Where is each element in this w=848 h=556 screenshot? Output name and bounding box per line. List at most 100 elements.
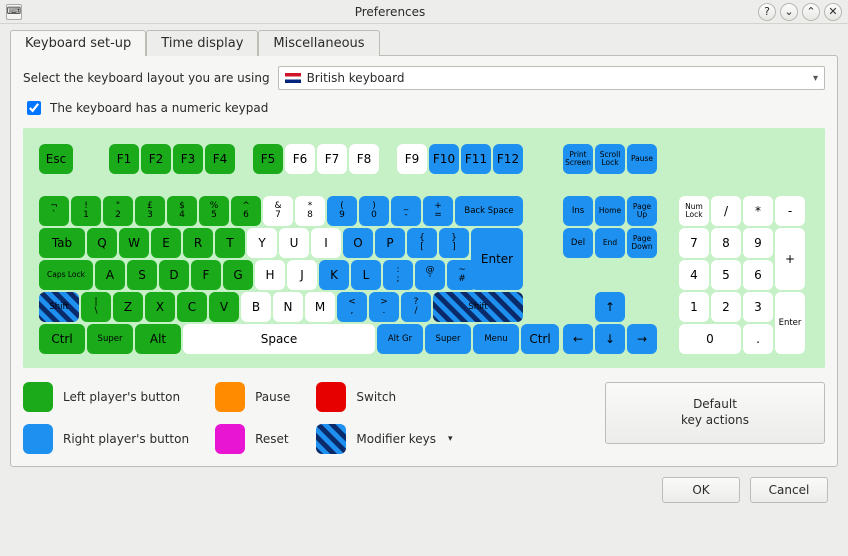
key-end[interactable]: End: [595, 228, 625, 258]
key-npdiv[interactable]: /: [711, 196, 741, 226]
key-f3[interactable]: F3: [173, 144, 203, 174]
tab-time-display[interactable]: Time display: [146, 30, 258, 56]
default-key-actions-button[interactable]: Default key actions: [605, 382, 825, 444]
key-bslash[interactable]: | \: [81, 292, 111, 322]
key-period[interactable]: > .: [369, 292, 399, 322]
key-k[interactable]: K: [319, 260, 349, 290]
key-l[interactable]: L: [351, 260, 381, 290]
key-lctrl[interactable]: Ctrl: [39, 324, 85, 354]
key-n2[interactable]: " 2: [103, 196, 133, 226]
cancel-button[interactable]: Cancel: [750, 477, 828, 503]
key-x[interactable]: X: [145, 292, 175, 322]
key-numlk[interactable]: Num Lock: [679, 196, 709, 226]
key-semi[interactable]: : ;: [383, 260, 413, 290]
key-n8[interactable]: * 8: [295, 196, 325, 226]
key-a[interactable]: A: [95, 260, 125, 290]
key-rbr[interactable]: } ]: [439, 228, 469, 258]
key-o[interactable]: O: [343, 228, 373, 258]
key-lshift[interactable]: Shift: [39, 292, 79, 322]
key-npplus[interactable]: +: [775, 228, 805, 290]
key-j[interactable]: J: [287, 260, 317, 290]
key-npdot[interactable]: .: [743, 324, 773, 354]
key-rctrl[interactable]: Ctrl: [521, 324, 559, 354]
key-z[interactable]: Z: [113, 292, 143, 322]
key-f8[interactable]: F8: [349, 144, 379, 174]
key-lalt[interactable]: Alt: [135, 324, 181, 354]
key-n1[interactable]: ! 1: [71, 196, 101, 226]
key-prtsc[interactable]: Print Screen: [563, 144, 593, 174]
key-lbr[interactable]: { [: [407, 228, 437, 258]
key-npenter[interactable]: Enter: [775, 292, 805, 354]
key-i[interactable]: I: [311, 228, 341, 258]
key-lsuper[interactable]: Super: [87, 324, 133, 354]
key-g[interactable]: G: [223, 260, 253, 290]
key-np1[interactable]: 1: [679, 292, 709, 322]
key-s[interactable]: S: [127, 260, 157, 290]
key-menu[interactable]: Menu: [473, 324, 519, 354]
key-pgup[interactable]: Page Up: [627, 196, 657, 226]
tab-miscellaneous[interactable]: Miscellaneous: [258, 30, 379, 56]
key-n3[interactable]: £ 3: [135, 196, 165, 226]
key-slash[interactable]: ? /: [401, 292, 431, 322]
legend-dropdown-icon[interactable]: ▾: [448, 434, 453, 444]
key-enter[interactable]: Enter: [471, 228, 523, 290]
key-y[interactable]: Y: [247, 228, 277, 258]
key-np7[interactable]: 7: [679, 228, 709, 258]
key-f12[interactable]: F12: [493, 144, 523, 174]
key-equals[interactable]: + =: [423, 196, 453, 226]
key-m[interactable]: M: [305, 292, 335, 322]
numpad-checkbox-row[interactable]: The keyboard has a numeric keypad: [23, 98, 825, 118]
key-np9[interactable]: 9: [743, 228, 773, 258]
key-b[interactable]: B: [241, 292, 271, 322]
key-backtick[interactable]: ¬ `: [39, 196, 69, 226]
key-np2[interactable]: 2: [711, 292, 741, 322]
key-f5[interactable]: F5: [253, 144, 283, 174]
key-caps[interactable]: Caps Lock: [39, 260, 93, 290]
key-p[interactable]: P: [375, 228, 405, 258]
key-r[interactable]: R: [183, 228, 213, 258]
key-left[interactable]: ←: [563, 324, 593, 354]
key-scrlk[interactable]: Scroll Lock: [595, 144, 625, 174]
key-pause[interactable]: Pause: [627, 144, 657, 174]
key-n5[interactable]: % 5: [199, 196, 229, 226]
minimize-icon[interactable]: ⌄: [780, 3, 798, 21]
key-rshift[interactable]: Shift: [433, 292, 523, 322]
key-n4[interactable]: $ 4: [167, 196, 197, 226]
key-f6[interactable]: F6: [285, 144, 315, 174]
key-np4[interactable]: 4: [679, 260, 709, 290]
key-f10[interactable]: F10: [429, 144, 459, 174]
key-n[interactable]: N: [273, 292, 303, 322]
key-np3[interactable]: 3: [743, 292, 773, 322]
key-w[interactable]: W: [119, 228, 149, 258]
key-f[interactable]: F: [191, 260, 221, 290]
key-pgdn[interactable]: Page Down: [627, 228, 657, 258]
key-space[interactable]: Space: [183, 324, 375, 354]
key-np6[interactable]: 6: [743, 260, 773, 290]
key-down[interactable]: ↓: [595, 324, 625, 354]
key-q[interactable]: Q: [87, 228, 117, 258]
key-np5[interactable]: 5: [711, 260, 741, 290]
numpad-checkbox[interactable]: [27, 101, 41, 115]
key-f11[interactable]: F11: [461, 144, 491, 174]
key-altgr[interactable]: Alt Gr: [377, 324, 423, 354]
key-npmul[interactable]: *: [743, 196, 773, 226]
key-comma[interactable]: < ,: [337, 292, 367, 322]
key-n7[interactable]: & 7: [263, 196, 293, 226]
key-apos[interactable]: @ ': [415, 260, 445, 290]
key-right[interactable]: →: [627, 324, 657, 354]
key-v[interactable]: V: [209, 292, 239, 322]
key-home[interactable]: Home: [595, 196, 625, 226]
key-n6[interactable]: ^ 6: [231, 196, 261, 226]
maximize-icon[interactable]: ⌃: [802, 3, 820, 21]
key-bksp[interactable]: Back Space: [455, 196, 523, 226]
ok-button[interactable]: OK: [662, 477, 740, 503]
key-up[interactable]: ↑: [595, 292, 625, 322]
key-npminus[interactable]: -: [775, 196, 805, 226]
key-esc[interactable]: Esc: [39, 144, 73, 174]
key-rsuper[interactable]: Super: [425, 324, 471, 354]
layout-select[interactable]: British keyboard ▾: [278, 66, 825, 90]
key-h[interactable]: H: [255, 260, 285, 290]
key-f4[interactable]: F4: [205, 144, 235, 174]
key-f1[interactable]: F1: [109, 144, 139, 174]
key-minus[interactable]: _ -: [391, 196, 421, 226]
